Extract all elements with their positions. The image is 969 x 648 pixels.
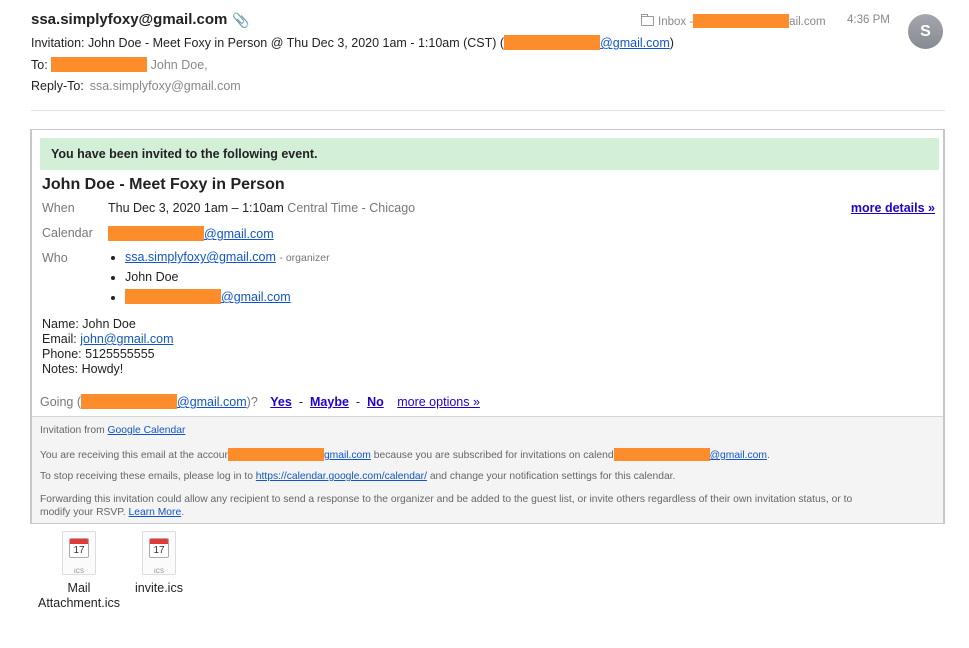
rsvp-no-button[interactable]: No xyxy=(367,395,384,409)
going-prefix: Going ( xyxy=(40,395,81,409)
mailbox-prefix: Inbox - xyxy=(658,16,694,28)
invite-banner: You have been invited to the following e… xyxy=(40,138,939,170)
redaction xyxy=(613,448,710,461)
subject-text: Invitation: John Doe - Meet Foxy in Pers… xyxy=(31,36,505,50)
ics-file-icon: 17 ICS xyxy=(142,531,176,575)
redaction xyxy=(227,448,324,461)
attachment-name-line2: Attachment.ics xyxy=(38,596,120,610)
guest-item: @gmail.com xyxy=(125,289,330,309)
desc-name: Name: John Doe xyxy=(42,317,136,331)
mailbox-label: Inbox - ail.com xyxy=(641,14,826,28)
to-value[interactable]: John Doe, xyxy=(151,58,208,72)
footer-text: modify your RSVP. xyxy=(40,506,126,518)
file-ext: ICS xyxy=(73,569,84,575)
guest-email-link[interactable]: @gmail.com xyxy=(221,290,291,304)
desc-email: Email: john@gmail.com xyxy=(42,332,174,347)
attachment-name-line1: Mail xyxy=(67,581,91,595)
paperclip-icon: 📎 xyxy=(232,12,250,28)
when-timezone: Central Time - Chicago xyxy=(287,201,416,215)
guest-name: John Doe xyxy=(125,269,179,284)
attachment-mail-attachment-ics[interactable]: 17 ICS Mail Attachment.ics xyxy=(34,531,124,611)
subject-email-link[interactable]: @gmail.com xyxy=(600,36,670,50)
redaction xyxy=(81,394,177,409)
redaction xyxy=(108,226,204,241)
attachment-name: invite.ics xyxy=(135,581,183,595)
footer-text: because you are subscribed for invitatio… xyxy=(373,450,614,461)
footer-text: To stop receiving these emails, please l… xyxy=(40,471,253,482)
calendar-value: @gmail.com xyxy=(108,226,274,241)
calendar-email-link[interactable]: @gmail.com xyxy=(710,450,767,461)
calendar-day: 17 xyxy=(73,545,85,556)
footer-text: and change your notification settings fo… xyxy=(429,471,676,482)
received-time: 4:36 PM xyxy=(847,14,890,26)
redaction xyxy=(693,14,790,28)
calendar-label: Calendar xyxy=(42,226,93,240)
invitation-from: Invitation from Google Calendar xyxy=(40,425,185,436)
attachment-invite-ics[interactable]: 17 ICS invite.ics xyxy=(114,531,204,596)
guest-item: ssa.simplyfoxy@gmail.com - organizer xyxy=(125,250,330,270)
footer-text: You are receiving this email at the acco… xyxy=(40,450,228,461)
reply-to-value[interactable]: ssa.simplyfoxy@gmail.com xyxy=(90,79,241,93)
rsvp-yes-button[interactable]: Yes xyxy=(270,395,292,409)
mailbox-suffix: ail.com xyxy=(789,16,826,28)
calendar-email-link[interactable]: @gmail.com xyxy=(204,227,274,241)
reply-to-label: Reply-To: xyxy=(31,79,84,93)
event-description: Name: John Doe Email: john@gmail.com Pho… xyxy=(42,317,174,377)
going-email-link[interactable]: @gmail.com xyxy=(177,395,247,409)
to-label: To: xyxy=(31,58,48,72)
who-label: Who xyxy=(42,251,68,265)
when-value: Thu Dec 3, 2020 1am – 1:10am Central Tim… xyxy=(108,201,415,215)
stop-notice: To stop receiving these emails, please l… xyxy=(40,471,675,482)
subject: Invitation: John Doe - Meet Foxy in Pers… xyxy=(31,35,674,50)
file-ext: ICS xyxy=(153,569,164,575)
learn-more-link[interactable]: Learn More xyxy=(129,507,182,518)
organizer-link[interactable]: ssa.simplyfoxy@gmail.com xyxy=(125,250,276,264)
reply-to-line: Reply-To: ssa.simplyfoxy@gmail.com xyxy=(31,79,241,93)
footer-text: Invitation from xyxy=(40,425,105,436)
sender[interactable]: ssa.simplyfoxy@gmail.com xyxy=(31,11,227,28)
footer-text: Forwarding this invitation could allow a… xyxy=(40,494,853,505)
invitation-card: You have been invited to the following e… xyxy=(30,129,945,524)
subject-close: ) xyxy=(669,36,674,50)
separator: - xyxy=(298,395,303,409)
desc-email-label: Email: xyxy=(42,332,77,346)
redaction xyxy=(504,35,601,50)
google-calendar-link[interactable]: Google Calendar xyxy=(108,425,186,436)
going-close: )? xyxy=(246,395,258,409)
folder-icon xyxy=(641,14,654,26)
redaction xyxy=(125,289,221,304)
receiving-notice: You are receiving this email at the acco… xyxy=(40,448,770,461)
rsvp-maybe-button[interactable]: Maybe xyxy=(310,395,349,409)
invite-footer: Invitation from Google Calendar You are … xyxy=(32,416,943,523)
ics-file-icon: 17 ICS xyxy=(62,531,96,575)
forward-notice: Forwarding this invitation could allow a… xyxy=(40,494,853,518)
more-options-link[interactable]: more options » xyxy=(397,395,480,409)
redaction xyxy=(51,57,148,72)
separator: - xyxy=(355,395,361,409)
more-details-link[interactable]: more details » xyxy=(851,201,935,215)
account-email-link[interactable]: gmail.com xyxy=(324,450,371,461)
when-label: When xyxy=(42,201,75,215)
organizer-role: - organizer xyxy=(279,252,330,264)
desc-notes: Notes: Howdy! xyxy=(42,362,124,376)
desc-phone: Phone: 5125555555 xyxy=(42,347,155,361)
calendar-icon: 17 xyxy=(69,538,89,558)
guest-list: ssa.simplyfoxy@gmail.com - organizer Joh… xyxy=(108,250,330,309)
when-time: Thu Dec 3, 2020 1am – 1:10am xyxy=(108,201,284,215)
event-title: John Doe - Meet Foxy in Person xyxy=(42,176,285,193)
rsvp-row: Going (@gmail.com)? Yes - Maybe - No more op… xyxy=(40,394,480,409)
avatar[interactable]: S xyxy=(908,14,943,49)
desc-email-link[interactable]: john@gmail.com xyxy=(80,332,173,346)
guest-item: John Doe xyxy=(125,270,330,290)
header-divider xyxy=(31,110,945,111)
calendar-icon: 17 xyxy=(149,538,169,558)
calendar-day: 17 xyxy=(153,545,165,556)
to-line: To: John Doe, xyxy=(31,57,208,72)
calendar-settings-link[interactable]: https://calendar.google.com/calendar/ xyxy=(256,471,427,482)
